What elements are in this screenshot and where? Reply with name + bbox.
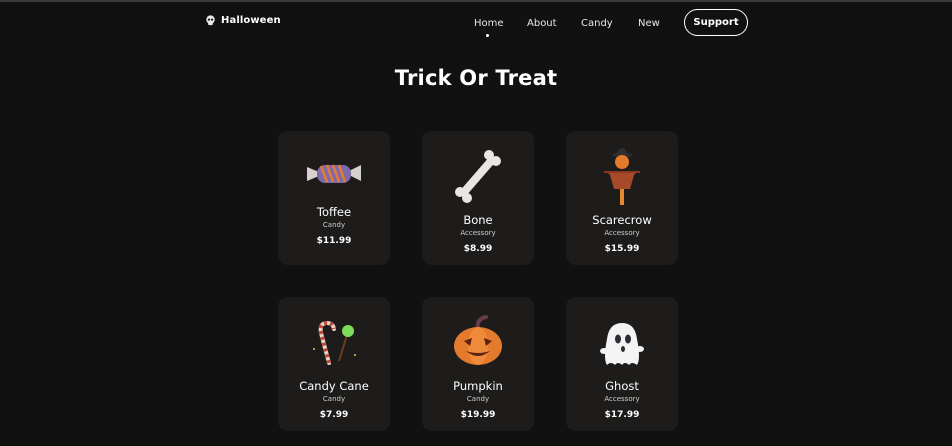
nav-active-indicator — [486, 34, 489, 37]
nav-new[interactable]: New — [638, 18, 660, 29]
product-card-bone[interactable]: Bone Accessory $8.99 — [422, 131, 534, 265]
product-category: Accessory — [460, 229, 496, 237]
product-card-candy-cane[interactable]: Candy Cane Candy $7.99 — [278, 297, 390, 431]
page: Halloween Home About Candy New Support T… — [0, 0, 952, 446]
product-card-ghost[interactable]: Ghost Accessory $17.99 — [566, 297, 678, 431]
product-card-pumpkin[interactable]: Pumpkin Candy $19.99 — [422, 297, 534, 431]
product-name: Candy Cane — [299, 379, 369, 393]
ghost-icon — [600, 323, 644, 365]
product-category: Candy — [322, 395, 346, 403]
product-name: Ghost — [605, 379, 639, 393]
product-name: Pumpkin — [453, 379, 503, 393]
skull-icon — [206, 15, 215, 26]
nav-about[interactable]: About — [527, 18, 557, 29]
nav-home[interactable]: Home — [474, 18, 504, 29]
product-name: Toffee — [316, 205, 352, 219]
pumpkin-icon — [454, 315, 502, 365]
support-button[interactable]: Support — [684, 9, 748, 36]
product-price: $11.99 — [316, 236, 352, 246]
nav-candy[interactable]: Candy — [581, 18, 613, 29]
bone-icon — [455, 150, 501, 203]
top-border — [0, 0, 952, 2]
scarecrow-icon — [604, 148, 640, 205]
candy-cane-icon — [313, 320, 356, 365]
brand-logo[interactable]: Halloween — [205, 15, 281, 26]
toffee-icon — [307, 164, 361, 183]
product-card-scarecrow[interactable]: Scarecrow Accessory $15.99 — [566, 131, 678, 265]
product-category: Candy — [322, 221, 346, 229]
product-price: $7.99 — [319, 410, 349, 420]
product-category: Accessory — [604, 229, 640, 237]
product-category: Candy — [466, 395, 490, 403]
product-price: $19.99 — [460, 410, 496, 420]
product-price: $15.99 — [604, 244, 640, 254]
brand-name: Halloween — [221, 15, 281, 26]
product-category: Accessory — [604, 395, 640, 403]
product-card-toffee[interactable]: Toffee Candy $11.99 — [278, 131, 390, 265]
product-price: $8.99 — [463, 244, 493, 254]
product-name: Scarecrow — [592, 213, 652, 227]
product-name: Bone — [463, 213, 493, 227]
section-title: Trick Or Treat — [394, 66, 558, 90]
product-price: $17.99 — [604, 410, 640, 420]
